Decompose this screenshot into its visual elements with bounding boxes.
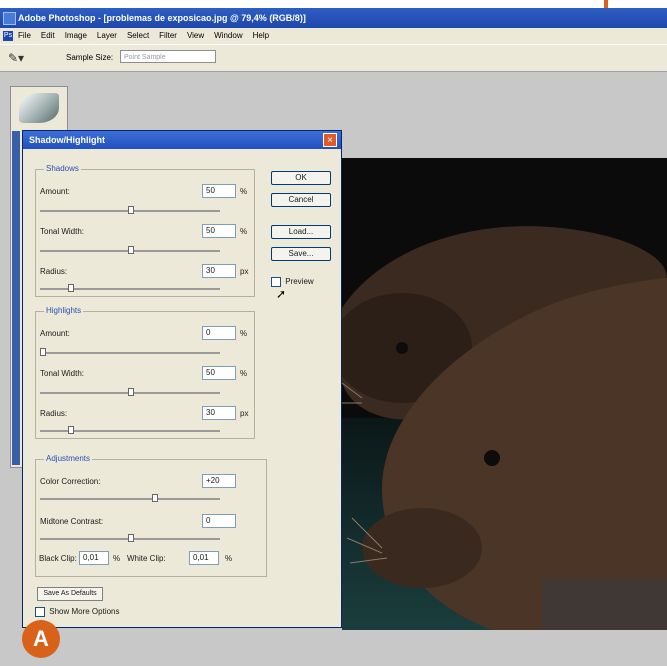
feather-icon [19,93,59,123]
highlights-tonal-width-unit: % [240,369,248,378]
mouse-cursor-icon: ➚ [276,287,287,301]
menu-bar: Ps File Edit Image Layer Select Filter V… [0,28,667,44]
shadows-amount-label: Amount: [40,187,70,196]
document-canvas[interactable] [342,158,667,630]
menu-edit[interactable]: Edit [41,28,55,44]
shadows-tonal-width-unit: % [240,227,248,236]
menu-select[interactable]: Select [127,28,149,44]
slider-thumb[interactable] [40,348,46,356]
menu-help[interactable]: Help [253,28,269,44]
white-clip-label: White Clip: [127,554,166,563]
slider-thumb[interactable] [128,206,134,214]
slider-thumb[interactable] [152,494,158,502]
highlights-radius-field[interactable]: 30 [202,406,236,420]
highlights-amount-row: Amount: 0 % [40,326,250,342]
highlights-group-label: Highlights [44,306,84,315]
close-icon[interactable]: × [323,133,337,147]
load-button[interactable]: Load... [271,225,331,239]
black-clip-label: Black Clip: [39,554,77,563]
shadows-tonal-width-label: Tonal Width: [40,227,85,236]
shadows-radius-row: Radius: 30 px [40,264,250,280]
window-titlebar: Adobe Photoshop - [problemas de exposica… [0,8,667,28]
shadows-tonal-width-row: Tonal Width: 50 % [40,224,250,240]
shadows-group: Shadows Amount: 50 % Tonal Width: 50 % R… [35,164,255,297]
midtone-contrast-label: Midtone Contrast: [40,517,104,526]
color-correction-field[interactable]: +20 [202,474,236,488]
shadows-tonal-width-slider[interactable] [40,246,220,254]
shadows-amount-slider[interactable] [40,206,220,214]
sea-lion-image [342,158,667,630]
cancel-button[interactable]: Cancel [271,193,331,207]
shadows-amount-row: Amount: 50 % [40,184,250,200]
black-clip-unit: % [113,554,121,563]
shadows-radius-label: Radius: [40,267,68,276]
white-clip-unit: % [225,554,233,563]
highlights-amount-field[interactable]: 0 [202,326,236,340]
shadows-radius-slider[interactable] [40,284,220,292]
window-title: Adobe Photoshop - [problemas de exposica… [18,13,306,23]
slider-thumb[interactable] [128,388,134,396]
midtone-contrast-row: Midtone Contrast: 0 [40,514,250,530]
ok-button[interactable]: OK [271,171,331,185]
highlights-tonal-width-row: Tonal Width: 50 % [40,366,250,382]
midtone-contrast-slider[interactable] [40,534,220,542]
highlights-radius-slider[interactable] [40,426,220,434]
callout-badge: A [22,620,60,658]
show-more-options-label: Show More Options [49,607,120,617]
menu-layer[interactable]: Layer [97,28,117,44]
color-correction-slider[interactable] [40,494,220,502]
slider-thumb[interactable] [128,534,134,542]
sample-size-label: Sample Size: [66,53,114,62]
shadows-amount-unit: % [240,187,248,196]
slider-thumb[interactable] [68,426,74,434]
color-correction-label: Color Correction: [40,477,101,486]
highlights-radius-label: Radius: [40,409,68,418]
menu-window[interactable]: Window [214,28,242,44]
highlights-amount-unit: % [240,329,248,338]
shadows-radius-unit: px [240,267,249,276]
white-clip-field[interactable]: 0,01 [189,551,219,565]
highlights-group: Highlights Amount: 0 % Tonal Width: 50 %… [35,306,255,439]
photoshop-app-icon [3,12,16,25]
highlights-tonal-width-slider[interactable] [40,388,220,396]
clip-row: Black Clip: 0,01 % White Clip: 0,01 % [39,551,269,567]
color-correction-row: Color Correction: +20 [40,474,250,490]
highlights-radius-row: Radius: 30 px [40,406,250,422]
checkbox-icon[interactable] [35,607,45,617]
highlights-amount-label: Amount: [40,329,70,338]
highlights-radius-unit: px [240,409,249,418]
ps-logo-icon[interactable]: Ps [3,31,13,41]
toolbox-strip [12,131,20,465]
save-button[interactable]: Save... [271,247,331,261]
shadows-amount-field[interactable]: 50 [202,184,236,198]
menu-filter[interactable]: Filter [159,28,177,44]
show-more-options-checkbox[interactable]: Show More Options [35,607,120,617]
slider-thumb[interactable] [68,284,74,292]
highlights-amount-slider[interactable] [40,348,220,356]
checkbox-icon[interactable] [271,277,281,287]
black-clip-field[interactable]: 0,01 [79,551,109,565]
menu-file[interactable]: File [18,28,31,44]
menu-image[interactable]: Image [65,28,87,44]
dialog-title: Shadow/Highlight [23,131,341,149]
shadows-tonal-width-field[interactable]: 50 [202,224,236,238]
shadows-group-label: Shadows [44,164,81,173]
preview-label: Preview [285,277,314,287]
highlights-tonal-width-field[interactable]: 50 [202,366,236,380]
highlights-tonal-width-label: Tonal Width: [40,369,85,378]
options-bar: ✎▾ Sample Size: Point Sample [0,44,667,72]
adjustments-group-label: Adjustments [44,454,93,463]
slider-thumb[interactable] [128,246,134,254]
midtone-contrast-field[interactable]: 0 [202,514,236,528]
sample-size-select[interactable]: Point Sample [120,50,216,63]
preview-checkbox[interactable]: Preview [271,277,314,287]
eyedropper-tool-icon[interactable]: ✎▾ [8,51,32,65]
shadow-highlight-dialog: Shadow/Highlight × Shadows Amount: 50 % … [22,130,342,628]
menu-view[interactable]: View [187,28,204,44]
shadows-radius-field[interactable]: 30 [202,264,236,278]
save-as-defaults-button[interactable]: Save As Defaults [37,587,103,601]
